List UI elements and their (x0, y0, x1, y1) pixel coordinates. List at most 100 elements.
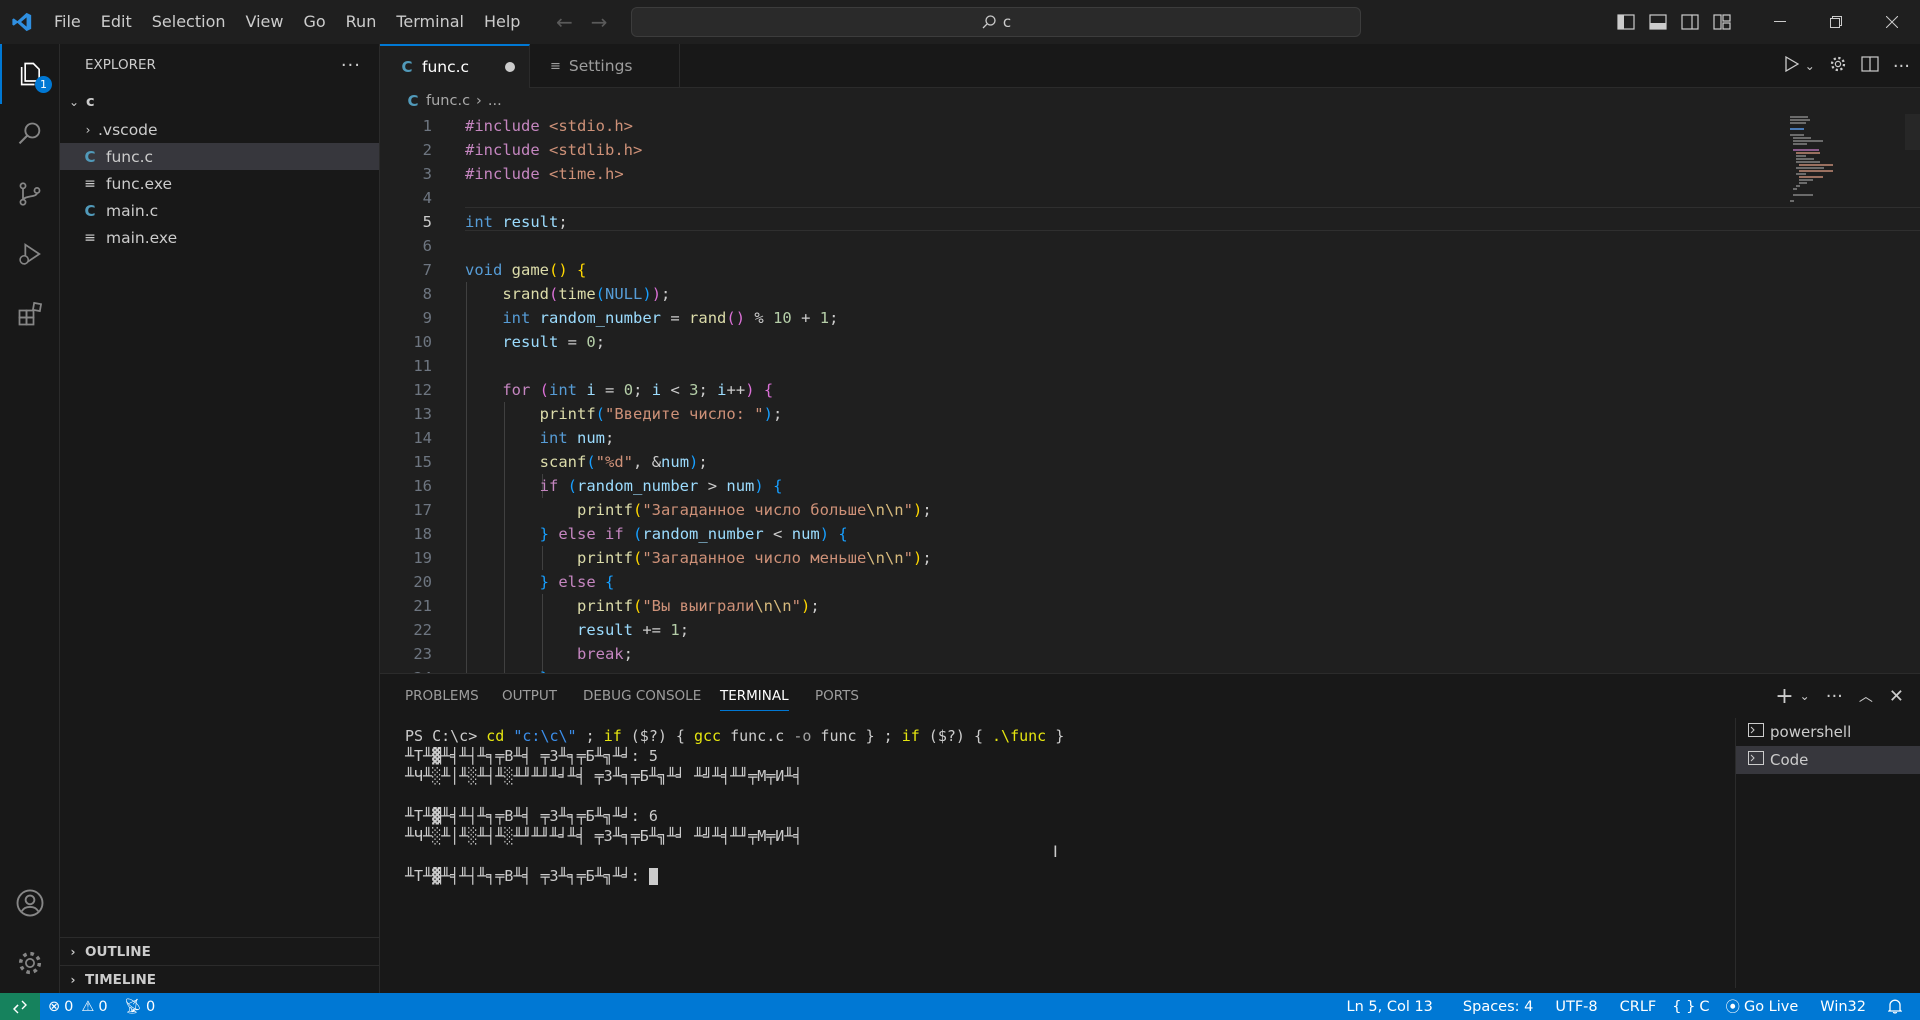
tree-item-main-c[interactable]: C main.c (60, 197, 379, 224)
code-token: "Загаданное число меньше (642, 549, 867, 567)
line-number: 15 (413, 453, 432, 471)
notifications-bell-icon[interactable] (1880, 993, 1910, 1020)
terminal-token: if (901, 727, 920, 745)
command-center-search[interactable]: c (631, 7, 1361, 37)
platform[interactable]: Win32 (1812, 993, 1874, 1020)
tree-item-func-exe[interactable]: ≡ func.exe (60, 170, 379, 197)
terminal-input-line: ╨Т╨▓╨╡╨┤╨╕╤В╨╡ ╤З╨╕╤Б╨╗╨╛: (405, 866, 658, 886)
minimize-icon[interactable] (1752, 0, 1808, 44)
unsaved-dot-icon[interactable] (505, 62, 515, 72)
more-actions-icon[interactable]: ··· (1893, 56, 1910, 77)
terminal-token: .\func (992, 727, 1047, 745)
terminal-item-code[interactable]: Code (1736, 746, 1920, 774)
close-window-icon[interactable] (1864, 0, 1920, 44)
menu-selection[interactable]: Selection (142, 0, 236, 44)
tree-item-func-c[interactable]: C func.c (60, 143, 379, 170)
indentation[interactable]: Spaces: 4 (1455, 993, 1541, 1020)
explorer-files-icon[interactable]: 1 (0, 44, 60, 104)
more-actions-icon[interactable]: ··· (341, 55, 361, 76)
panel-tab-output[interactable]: OUTPUT (502, 674, 557, 718)
back-arrow-icon[interactable]: ← (556, 10, 573, 34)
code-token: \n\n (866, 549, 904, 567)
line-number: 19 (413, 549, 432, 567)
menu-terminal[interactable]: Terminal (386, 0, 474, 44)
folder-root[interactable]: ⌄ c (60, 88, 379, 115)
terminal-token: ($?) { (621, 727, 694, 745)
terminal-item-powershell[interactable]: powershell (1736, 718, 1920, 746)
terminal-token: func } ; (811, 727, 902, 745)
source-control-icon[interactable] (0, 164, 60, 224)
timeline-section[interactable]: › TIMELINE (60, 965, 379, 993)
code-line: 7 void game() { (380, 258, 1780, 282)
code-token: "Загаданное число больше (642, 501, 867, 519)
line-number: 21 (413, 597, 432, 615)
end-of-line[interactable]: CRLF (1612, 993, 1665, 1020)
forward-arrow-icon[interactable]: → (591, 10, 608, 34)
more-actions-icon[interactable]: ··· (1826, 686, 1843, 707)
panel-tab-ports[interactable]: PORTS (815, 674, 859, 718)
ports-status[interactable]: 📡︎ 0 (116, 993, 164, 1020)
terminal-token: -o (793, 727, 812, 745)
outline-label: OUTLINE (85, 943, 151, 960)
go-live-button[interactable]: ⦿ Go Live (1717, 993, 1806, 1020)
navigation-arrows: ← → (556, 0, 608, 44)
settings-gear-icon[interactable] (1829, 55, 1847, 77)
menu-go[interactable]: Go (293, 0, 335, 44)
code-token: "Вы выиграли (642, 597, 755, 615)
panel-tab-terminal[interactable]: TERMINAL (720, 681, 789, 711)
manage-gear-icon[interactable] (0, 933, 60, 993)
menu-view[interactable]: View (236, 0, 294, 44)
terminal-output[interactable]: PS C:\c> cd "c:\c\" ; if ($?) { gcc func… (405, 726, 1735, 986)
editor-scrollbar[interactable] (1905, 114, 1920, 150)
code-line: 4 (380, 186, 1780, 210)
new-terminal-plus-icon[interactable]: + (1775, 684, 1793, 709)
minimap[interactable] (1788, 114, 1848, 204)
toggle-secondary-sidebar-icon[interactable] (1674, 0, 1706, 44)
outline-section[interactable]: › OUTLINE (60, 937, 379, 965)
explorer-title: EXPLORER (85, 57, 156, 73)
code-editor[interactable]: 1 #include <stdio.h> 2 #include <stdlib.h>… (380, 114, 1920, 673)
panel-tab-debug-console[interactable]: DEBUG CONSOLE (583, 674, 701, 718)
cursor-position[interactable]: Ln 5, Col 13 (1339, 993, 1441, 1020)
restore-icon[interactable] (1808, 0, 1864, 44)
tree-item-vscode[interactable]: › .vscode (60, 116, 379, 143)
remote-indicator[interactable] (0, 993, 40, 1020)
problems-status[interactable]: ⊗ 0 ⚠ 0 (40, 993, 116, 1020)
code-token: <stdio.h> (549, 117, 633, 135)
breadcrumb-file[interactable]: func.c (426, 93, 470, 109)
menu-help[interactable]: Help (474, 0, 530, 44)
panel-tab-problems[interactable]: PROBLEMS (405, 674, 479, 718)
menu-run[interactable]: Run (336, 0, 387, 44)
toggle-primary-sidebar-icon[interactable] (1610, 0, 1642, 44)
menu-file[interactable]: File (44, 0, 91, 44)
menu-edit[interactable]: Edit (91, 0, 142, 44)
close-panel-icon[interactable]: ✕ (1889, 686, 1904, 707)
accounts-icon[interactable] (0, 873, 60, 933)
tab-func-c[interactable]: C func.c (380, 44, 530, 88)
terminal-dropdown-chevron-icon[interactable]: ⌄ (1800, 689, 1810, 703)
error-count: 0 (64, 998, 74, 1015)
run-play-icon[interactable] (1785, 55, 1800, 76)
breadcrumb-rest[interactable]: ... (488, 93, 502, 109)
customize-layout-icon[interactable] (1706, 0, 1738, 44)
run-dropdown-chevron-icon[interactable]: ⌄ (1805, 59, 1815, 73)
maximize-panel-chevron-up-icon[interactable]: ︿ (1859, 686, 1873, 706)
line-number: 10 (413, 333, 432, 351)
tree-item-label: func.exe (106, 174, 173, 193)
remote-icon (13, 1000, 27, 1013)
code-line: 3 #include <time.h> (380, 162, 1780, 186)
extensions-icon[interactable] (0, 284, 60, 344)
search-icon[interactable] (0, 104, 60, 164)
tree-item-label: .vscode (98, 120, 158, 139)
split-editor-icon[interactable] (1861, 56, 1879, 76)
encoding[interactable]: UTF-8 (1547, 993, 1605, 1020)
language-mode[interactable]: { } C (1664, 993, 1717, 1020)
language-label: C (1699, 998, 1710, 1015)
tab-settings[interactable]: ≡ Settings (530, 44, 680, 88)
tab-label: func.c (422, 58, 470, 76)
line-number: 23 (413, 645, 432, 663)
toggle-panel-icon[interactable] (1642, 0, 1674, 44)
run-and-debug-icon[interactable] (0, 224, 60, 284)
code-line: 21 printf("Вы выиграли\n\n"); (380, 594, 1780, 618)
tree-item-main-exe[interactable]: ≡ main.exe (60, 224, 379, 251)
